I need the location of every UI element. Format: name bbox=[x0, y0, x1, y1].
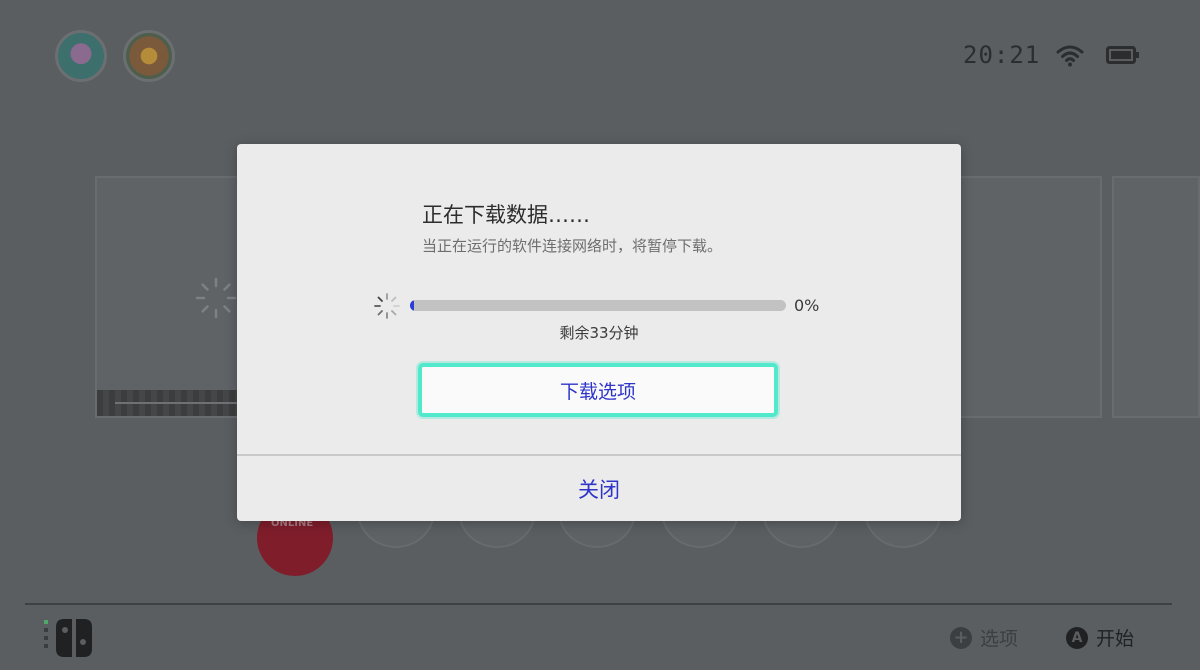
loading-spinner-icon bbox=[374, 293, 400, 319]
time-remaining: 剩余33分钟 bbox=[559, 324, 639, 342]
options-hint-label: 选项 bbox=[980, 628, 1019, 650]
download-progress-fill bbox=[410, 300, 414, 311]
game-tile[interactable] bbox=[1112, 176, 1200, 418]
game-tile-downloading[interactable] bbox=[95, 176, 245, 418]
user-avatar-1[interactable] bbox=[55, 30, 107, 82]
download-dialog: 正在下载数据…… 当正在运行的软件连接网络时，将暂停下载。 0% 剩余33分钟 … bbox=[237, 144, 961, 521]
wifi-icon bbox=[1056, 45, 1084, 67]
loading-spinner-icon bbox=[195, 277, 237, 319]
download-progress-bar bbox=[410, 300, 786, 311]
progress-percent: 0% bbox=[794, 296, 820, 315]
joycon-icon bbox=[44, 619, 92, 657]
game-tile[interactable] bbox=[958, 176, 1102, 418]
start-hint-label: 开始 bbox=[1096, 628, 1135, 650]
clock: 20:21 bbox=[963, 41, 1041, 69]
options-hint[interactable]: + 选项 bbox=[950, 624, 1018, 651]
download-options-button[interactable]: 下载选项 bbox=[418, 363, 778, 417]
footer-divider bbox=[25, 603, 1172, 605]
start-hint[interactable]: A 开始 bbox=[1066, 624, 1134, 651]
battery-icon bbox=[1106, 46, 1139, 64]
tile-download-bar bbox=[97, 390, 243, 416]
plus-button-icon: + bbox=[950, 626, 972, 649]
dialog-subtitle: 当正在运行的软件连接网络时，将暂停下载。 bbox=[422, 237, 723, 255]
close-button[interactable]: 关闭 bbox=[237, 456, 961, 521]
dialog-title: 正在下载数据…… bbox=[422, 203, 590, 227]
user-avatar-2[interactable] bbox=[123, 30, 175, 82]
a-button-icon: A bbox=[1066, 626, 1088, 649]
